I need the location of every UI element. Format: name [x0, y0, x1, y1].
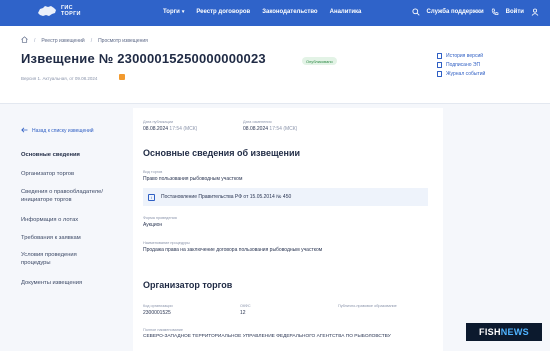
document-icon — [437, 53, 442, 59]
menu-item-requirements[interactable]: Требования к заявкам — [21, 235, 81, 243]
side-links: История версий Подписано ЭП Журнал событ… — [437, 53, 485, 77]
nav-item-analytics[interactable]: Аналитика — [330, 9, 362, 15]
procedure-name-field: Наименование процедуры Продажа права на … — [143, 241, 323, 253]
trade-type-field: Вид торгов Право пользования рыбоводным … — [143, 170, 243, 182]
top-navbar: ГИС ТОРГИ Торги ▾ Реестр договоров Законо… — [0, 0, 550, 26]
version-info: Версия 1. Актуальная, от 09.08.2024 — [21, 76, 98, 81]
breadcrumb: / Реестр извещений / Просмотр извещения — [21, 36, 148, 45]
header-actions: Служба поддержки Войти — [411, 7, 540, 17]
menu-item-documents[interactable]: Документы извещения — [21, 280, 82, 288]
public-entity-field: Публично-правовое образование — [338, 304, 397, 308]
signed-link[interactable]: Подписано ЭП — [437, 62, 485, 68]
event-log-link[interactable]: Журнал событий — [437, 71, 485, 77]
okfs-field: ОКФС 12 — [240, 304, 251, 316]
page-title: Извещение № 23000015250000000023 — [21, 51, 266, 66]
breadcrumb-separator: / — [34, 37, 36, 44]
status-badge: Опубликовано — [302, 57, 337, 65]
section-heading-organizer: Организатор торгов — [143, 280, 233, 290]
user-icon[interactable] — [530, 7, 540, 17]
nav-item-trades[interactable]: Торги ▾ — [163, 9, 184, 15]
changed-date-field: Дата изменения 08.08.2024 17:54 (МСК) — [243, 120, 298, 132]
search-icon[interactable] — [411, 7, 421, 17]
document-icon — [437, 62, 442, 68]
org-full-name-field: Полное наименование СЕВЕРО-ЗАПАДНОЕ ТЕРР… — [143, 328, 391, 339]
published-date-field: Дата публикации 08.08.2024 17:54 (МСК) — [143, 120, 198, 132]
fishnews-watermark: FISH NEWS — [466, 323, 542, 341]
logo[interactable]: ГИС ТОРГИ — [37, 4, 81, 18]
version-history-link[interactable]: История версий — [437, 53, 485, 59]
decree-info: i Постановление Правительства РФ от 15.0… — [143, 188, 428, 206]
breadcrumb-notices-registry[interactable]: Реестр извещений — [41, 38, 84, 44]
phone-icon[interactable] — [490, 7, 500, 17]
form-field: Форма проведения Аукцион — [143, 216, 177, 228]
login-button[interactable]: Войти — [506, 9, 524, 15]
menu-item-rightholder[interactable]: Сведения о правообладателе/ инициаторе т… — [21, 189, 121, 204]
russia-map-icon — [38, 6, 56, 16]
info-icon: i — [148, 193, 155, 201]
home-icon[interactable] — [21, 36, 28, 45]
notice-header-card: / Реестр извещений / Просмотр извещения … — [0, 26, 550, 104]
rss-icon[interactable] — [119, 74, 125, 80]
breadcrumb-separator: / — [90, 37, 93, 44]
arrow-left-icon — [21, 127, 28, 135]
nav-item-legislation[interactable]: Законодательство — [262, 9, 317, 15]
main-nav: Торги ▾ Реестр договоров Законодательство… — [163, 9, 361, 15]
menu-item-lots[interactable]: Информация о лотах — [21, 217, 78, 225]
back-to-list-link[interactable]: Назад к списку извещений — [21, 127, 94, 135]
section-heading-basic: Основные сведения об извещении — [143, 148, 301, 158]
menu-item-organizer[interactable]: Организатор торгов — [21, 171, 74, 179]
breadcrumb-current: Просмотр извещения — [98, 37, 148, 44]
nav-item-contracts[interactable]: Реестр договоров — [196, 9, 250, 15]
org-code-field: Код организации 2300001525 — [143, 304, 173, 316]
support-link[interactable]: Служба поддержки — [427, 9, 484, 15]
main-content: Дата публикации 08.08.2024 17:54 (МСК) Д… — [133, 108, 443, 351]
menu-item-basic[interactable]: Основные сведения — [21, 152, 80, 160]
document-icon — [437, 71, 442, 77]
chevron-down-icon: ▾ — [181, 9, 185, 15]
menu-item-conditions[interactable]: Условия проведения процедуры — [21, 252, 101, 267]
logo-text: ГИС ТОРГИ — [61, 5, 81, 17]
